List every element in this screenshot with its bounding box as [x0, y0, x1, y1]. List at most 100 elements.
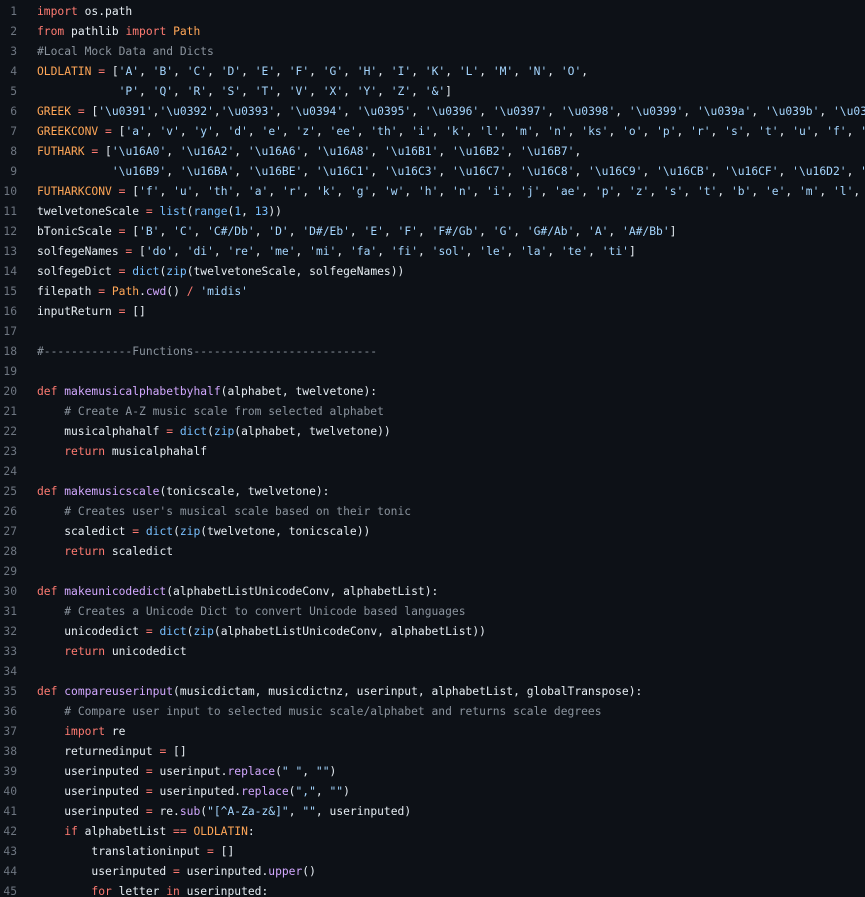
code-line[interactable]: 3 #Local Mock Data and Dicts: [0, 42, 865, 62]
code-text: bTonicScale = ['B', 'C', 'C#/Db', 'D', '…: [37, 222, 676, 242]
code-line[interactable]: 14 solfegeDict = dict(zip(twelvetoneScale…: [0, 262, 865, 282]
code-line[interactable]: 24: [0, 462, 865, 482]
code-token: ,: [778, 165, 793, 178]
code-line[interactable]: 30 def makeunicodedict(alphabetListUnicod…: [0, 582, 865, 602]
code-line[interactable]: 1 import os.path: [0, 2, 865, 22]
code-token: ,: [615, 185, 629, 198]
line-number: 1: [10, 5, 17, 18]
code-token: 'Q': [152, 85, 174, 98]
line-number: 37: [3, 725, 17, 738]
code-line[interactable]: 8 FUTHARK = ['\u16A0', '\u16A2', '\u16A6'…: [0, 142, 865, 162]
code-line[interactable]: 40 userinputed = userinputed.replace(","…: [0, 782, 865, 802]
code-token: ",": [295, 785, 316, 798]
code-token: inputReturn: [37, 305, 119, 318]
code-token: 'f': [826, 125, 847, 138]
code-line[interactable]: 10 FUTHARKCONV = ['f', 'u', 'th', 'a', 'r…: [0, 182, 865, 202]
code-line[interactable]: 21 # Create A-Z music scale from selecte…: [0, 402, 865, 422]
code-line[interactable]: 11 twelvetoneScale = list(range(1, 13)): [0, 202, 865, 222]
code-line[interactable]: 43 translationinput = []: [0, 842, 865, 862]
code-token: 'ks': [581, 125, 609, 138]
code-line[interactable]: 25 def makemusicscale(tonicscale, twelvet…: [0, 482, 865, 502]
code-token: ]: [669, 225, 677, 238]
code-token: (twelvetone, tonicscale)): [200, 525, 371, 538]
code-line[interactable]: 36 # Compare user input to selected musi…: [0, 702, 865, 722]
code-line[interactable]: 29: [0, 562, 865, 582]
code-token: 'G': [492, 225, 514, 238]
code-token: "": [329, 785, 344, 798]
code-token: 'a': [247, 185, 269, 198]
line-number: 5: [10, 85, 17, 98]
code-line[interactable]: 37 import re: [0, 722, 865, 742]
code-token: ,: [819, 185, 833, 198]
code-token: Path: [111, 285, 140, 298]
code-token: 'F#/Gb': [431, 225, 480, 238]
code-line[interactable]: 13 solfegeNames = ['do', 'di', 're', 'me'…: [0, 242, 865, 262]
code-token: 'l': [479, 125, 500, 138]
code-line[interactable]: 17: [0, 322, 865, 342]
code-token: solfegeDict: [37, 265, 119, 278]
code-token: twelvetoneScale: [37, 205, 146, 218]
code-token: Path: [173, 25, 201, 38]
code-token: 'D': [268, 225, 289, 238]
code-line[interactable]: 20 def makemusicalphabetbyhalf(alphabet, …: [0, 382, 865, 402]
code-token: 'B': [139, 225, 160, 238]
code-line[interactable]: 39 userinputed = userinput.replace(" ", …: [0, 762, 865, 782]
code-token: os.path: [77, 5, 133, 18]
code-line[interactable]: 38 returnedinput = []: [0, 742, 865, 762]
code-line[interactable]: 6 GREEK = ['\u0391','\u0392','\u0393', '\…: [0, 102, 865, 122]
code-line[interactable]: 34: [0, 662, 865, 682]
code-line[interactable]: 5 'P', 'Q', 'R', 'S', 'T', 'V', 'X', 'Y'…: [0, 82, 865, 102]
code-token: 'm': [513, 125, 534, 138]
code-token: =: [145, 765, 153, 778]
code-token: 'y': [193, 125, 214, 138]
code-line[interactable]: 4 OLDLATIN = ['A', 'B', 'C', 'D', 'E', 'F…: [0, 62, 865, 82]
code-text: translationinput = []: [37, 842, 234, 862]
code-line[interactable]: 32 unicodedict = dict(zip(alphabetListUn…: [0, 622, 865, 642]
code-token: ,: [295, 245, 310, 258]
code-line[interactable]: 31 # Creates a Unicode Dict to convert U…: [0, 602, 865, 622]
code-line[interactable]: 28 return scaledict: [0, 542, 865, 562]
code-token: ,: [207, 65, 221, 78]
code-text: def makeunicodedict(alphabetListUnicodeC…: [37, 582, 438, 602]
code-editor[interactable]: 1 import os.path 2 from pathlib import Path…: [0, 0, 865, 897]
code-token: makemusicalphabetbyhalf: [64, 385, 221, 398]
code-line[interactable]: 19: [0, 362, 865, 382]
code-line[interactable]: 7 GREEKCONV = ['a', 'v', 'y', 'd', 'e', '…: [0, 122, 865, 142]
code-line[interactable]: 18 #-------------Functions---------------…: [0, 342, 865, 362]
code-token: '\u16A6': [247, 145, 303, 158]
code-line[interactable]: 44 userinputed = userinputed.upper(): [0, 862, 865, 882]
code-token: 'C': [173, 225, 194, 238]
code-token: ,: [370, 165, 384, 178]
code-token: [: [111, 125, 126, 138]
code-line[interactable]: 42 if alphabetList == OLDLATIN:: [0, 822, 865, 842]
code-line[interactable]: 15 filepath = Path.cwd() / 'midis': [0, 282, 865, 302]
code-text: from pathlib import Path: [37, 22, 200, 42]
code-text: return unicodedict: [37, 642, 186, 662]
code-line[interactable]: 45 for letter in userinputed:: [0, 882, 865, 897]
code-token: 'th': [207, 185, 235, 198]
code-line[interactable]: 23 return musicalphahalf: [0, 442, 865, 462]
line-number: 35: [3, 685, 17, 698]
code-token: 13: [254, 205, 269, 218]
code-token: replace: [227, 765, 276, 778]
code-token: FUTHARK: [37, 145, 85, 158]
code-line[interactable]: 16 inputReturn = []: [0, 302, 865, 322]
code-line[interactable]: 35 def compareuserinput(musicdictam, musi…: [0, 682, 865, 702]
code-token: ,: [234, 185, 248, 198]
code-line[interactable]: 41 userinputed = re.sub("[^A-Za-z&]", ""…: [0, 802, 865, 822]
code-token: ,: [513, 65, 527, 78]
code-token: scaledict: [37, 525, 133, 538]
code-line[interactable]: 26 # Creates user's musical scale based …: [0, 502, 865, 522]
code-line[interactable]: 22 musicalphahalf = dict(zip(alphabet, t…: [0, 422, 865, 442]
line-number: 19: [3, 365, 17, 378]
line-number: 22: [3, 425, 17, 438]
code-token: 'G#/Ab': [526, 225, 575, 238]
code-line[interactable]: 9 '\u16B9', '\u16BA', '\u16BE', '\u16C1'…: [0, 162, 865, 182]
code-token: 'H': [356, 65, 378, 78]
code-line[interactable]: 2 from pathlib import Path: [0, 22, 865, 42]
code-line[interactable]: 12 bTonicScale = ['B', 'C', 'C#/Db', 'D',…: [0, 222, 865, 242]
code-line[interactable]: 33 return unicodedict: [0, 642, 865, 662]
code-line[interactable]: 27 scaledict = dict(zip(twelvetone, toni…: [0, 522, 865, 542]
code-token: 'n': [547, 125, 568, 138]
